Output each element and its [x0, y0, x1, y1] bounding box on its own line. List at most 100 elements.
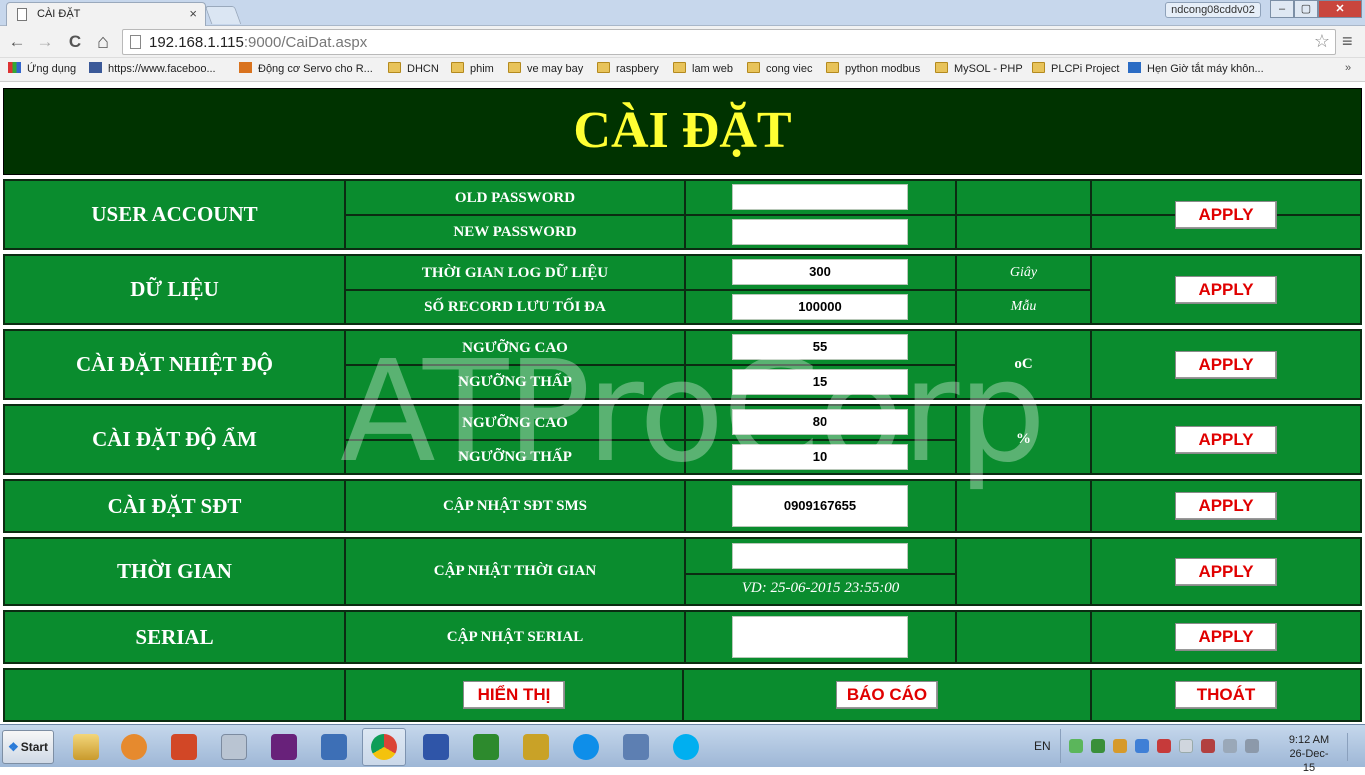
- bookmark-folder-plcpi-project[interactable]: PLCPi Project: [1032, 62, 1119, 75]
- temp-low-label: NGƯỠNG THẤP: [346, 366, 686, 398]
- network-tool-taskbar-icon[interactable]: [414, 728, 458, 766]
- show-desktop-button[interactable]: [1347, 733, 1361, 761]
- language-indicator[interactable]: EN: [1034, 739, 1051, 753]
- facebook-icon: [89, 62, 102, 73]
- bookmark-star-icon[interactable]: ☆: [1314, 31, 1330, 52]
- back-icon[interactable]: ←: [6, 31, 28, 53]
- modbus-tool-taskbar-icon[interactable]: [464, 728, 508, 766]
- phone-label: CẬP NHẬT SĐT SMS: [346, 481, 686, 531]
- temp-unit: oC: [957, 331, 1092, 398]
- bookmark-servo[interactable]: Động cơ Servo cho R...: [239, 62, 373, 75]
- log-time-input[interactable]: 300: [732, 259, 908, 285]
- media-player-taskbar-icon[interactable]: [112, 728, 156, 766]
- tray-app-icon[interactable]: [1091, 739, 1105, 753]
- page-icon: [130, 35, 141, 49]
- humidity-high-input[interactable]: 80: [732, 409, 908, 435]
- bookmark-folder-ve-may-bay[interactable]: ve may bay: [508, 62, 583, 75]
- tab-close-icon[interactable]: ×: [189, 6, 197, 21]
- show-button[interactable]: HIỂN THỊ: [463, 681, 565, 709]
- bookmark-apps[interactable]: Ứng dụng: [8, 62, 76, 75]
- bookmark-facebook[interactable]: https://www.faceboo...: [89, 62, 216, 75]
- max-record-input[interactable]: 100000: [732, 294, 908, 320]
- remote-desktop-taskbar-icon[interactable]: [312, 728, 356, 766]
- browser-tab[interactable]: CÀI ĐẶT ×: [6, 2, 206, 26]
- bookmark-folder-mysol-php[interactable]: MySOL - PHP: [935, 62, 1023, 75]
- bookmarks-bar: Ứng dụng https://www.faceboo... Động cơ …: [0, 58, 1365, 82]
- bookmarks-overflow-icon[interactable]: »: [1345, 62, 1351, 74]
- section-humidity: CÀI ĐẶT ĐỘ ẨM NGƯỠNG CAO NGƯỠNG THẤP 80 …: [3, 404, 1362, 475]
- network-signal-icon[interactable]: [1245, 739, 1259, 753]
- app-taskbar-icon[interactable]: [514, 728, 558, 766]
- tray-app-icon[interactable]: [1135, 739, 1149, 753]
- folder-icon: [935, 62, 948, 73]
- apply-cell: APPLY: [1092, 256, 1360, 323]
- apps-grid-icon: [8, 62, 21, 73]
- apply-user-button[interactable]: APPLY: [1175, 200, 1277, 229]
- visual-studio-taskbar-icon[interactable]: [262, 728, 306, 766]
- section-title: DỮ LIỆU: [5, 256, 346, 323]
- apply-serial-button[interactable]: APPLY: [1175, 623, 1277, 651]
- new-password-input[interactable]: [732, 219, 908, 245]
- bookmark-folder-lam-web[interactable]: lam web: [673, 62, 733, 75]
- clock[interactable]: 9:12 AM 26-Dec-15: [1285, 733, 1333, 775]
- footer-empty-cell: [5, 670, 346, 720]
- bookmark-folder-python-modbus[interactable]: python modbus: [826, 62, 920, 75]
- maximize-icon[interactable]: ▢: [1294, 0, 1318, 18]
- action-center-icon[interactable]: [1179, 739, 1193, 753]
- folder-icon: [388, 62, 401, 73]
- old-password-label: OLD PASSWORD: [346, 181, 686, 215]
- bookmark-folder-cong-viec[interactable]: cong viec: [747, 62, 812, 75]
- serial-input-cell: [686, 612, 957, 662]
- volume-icon[interactable]: [1223, 739, 1237, 753]
- menu-icon[interactable]: ≡: [1342, 31, 1353, 52]
- report-button[interactable]: BÁO CÁO: [836, 681, 938, 709]
- apply-temperature-button[interactable]: APPLY: [1175, 350, 1277, 379]
- apply-time-button[interactable]: APPLY: [1175, 557, 1277, 586]
- profile-user-badge[interactable]: ndcong08cddv02: [1165, 2, 1261, 18]
- reload-icon[interactable]: C: [64, 31, 86, 53]
- new-tab-button[interactable]: [204, 6, 242, 24]
- temp-high-input[interactable]: 55: [732, 334, 908, 360]
- tray-app-icon[interactable]: [1157, 739, 1171, 753]
- office-taskbar-icon[interactable]: [162, 728, 206, 766]
- unit-cell: [957, 181, 1092, 248]
- teamviewer-taskbar-icon[interactable]: [564, 728, 608, 766]
- chrome-taskbar-icon[interactable]: [362, 728, 406, 766]
- tray-app-icon[interactable]: [1069, 739, 1083, 753]
- new-password-label: NEW PASSWORD: [346, 216, 686, 248]
- address-bar[interactable]: 192.168.1.115:9000/CaiDat.aspx ☆: [122, 29, 1336, 55]
- network-taskbar-icon[interactable]: [614, 728, 658, 766]
- serial-input[interactable]: [732, 616, 908, 658]
- bookmark-folder-dhcn[interactable]: DHCN: [388, 62, 439, 75]
- exit-button[interactable]: THOÁT: [1175, 681, 1277, 709]
- site-icon: [1128, 62, 1141, 73]
- bookmark-folder-phim[interactable]: phim: [451, 62, 494, 75]
- calculator-taskbar-icon[interactable]: [212, 728, 256, 766]
- temp-low-input[interactable]: 15: [732, 369, 908, 395]
- explorer-taskbar-icon[interactable]: [64, 728, 108, 766]
- bookmark-hen-gio[interactable]: Hẹn Giờ tắt máy khôn...: [1128, 62, 1264, 75]
- phone-input[interactable]: 0909167655: [732, 485, 908, 527]
- forward-icon[interactable]: →: [34, 31, 56, 53]
- apply-cell: APPLY: [1092, 331, 1360, 398]
- skype-taskbar-icon[interactable]: [664, 728, 708, 766]
- apply-phone-button[interactable]: APPLY: [1175, 492, 1277, 520]
- old-password-input[interactable]: [732, 184, 908, 210]
- folder-icon: [747, 62, 760, 73]
- start-button[interactable]: ❖ Start: [2, 730, 54, 764]
- footer-exit-cell: THOÁT: [1092, 670, 1360, 720]
- serial-label: CẬP NHẬT SERIAL: [346, 612, 686, 662]
- tray-app-icon[interactable]: [1113, 739, 1127, 753]
- humidity-unit: %: [957, 406, 1092, 473]
- minimize-icon[interactable]: –: [1270, 0, 1294, 18]
- home-icon[interactable]: ⌂: [92, 31, 114, 53]
- tray-app-icon[interactable]: [1201, 739, 1215, 753]
- folder-icon: [826, 62, 839, 73]
- apply-humidity-button[interactable]: APPLY: [1175, 425, 1277, 454]
- time-input[interactable]: [732, 543, 908, 569]
- phone-input-cell: 0909167655: [686, 481, 957, 531]
- apply-data-button[interactable]: APPLY: [1175, 275, 1277, 304]
- close-window-icon[interactable]: ✕: [1318, 0, 1362, 18]
- bookmark-folder-raspbery[interactable]: raspbery: [597, 62, 659, 75]
- humidity-low-input[interactable]: 10: [732, 444, 908, 470]
